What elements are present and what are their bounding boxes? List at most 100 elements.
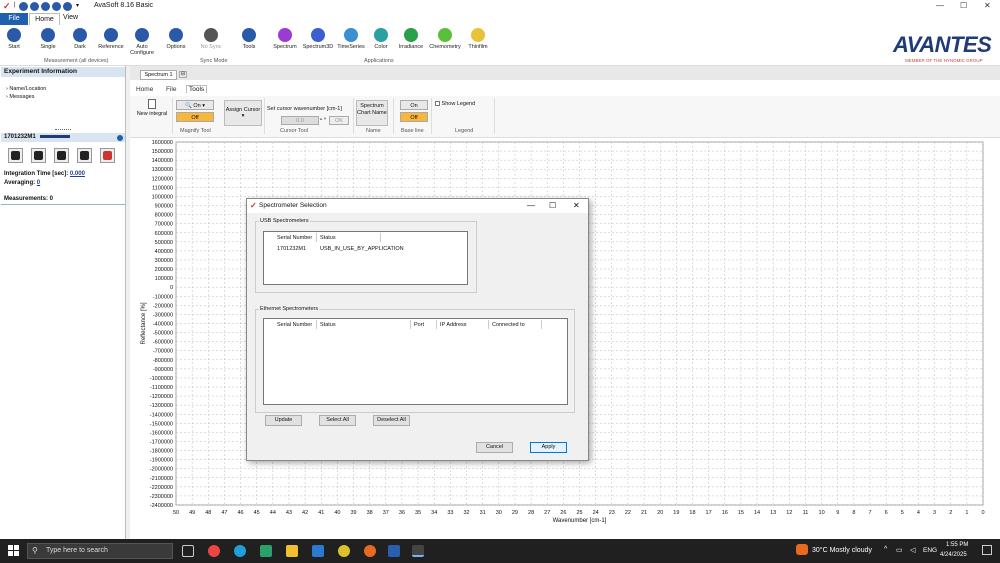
x-tick-label: 50 xyxy=(173,510,179,516)
subtab-home[interactable]: Home xyxy=(136,86,153,93)
quick-reference-icon[interactable] xyxy=(52,2,61,11)
tree-item-messages[interactable]: › Messages xyxy=(6,94,34,100)
cursor-ok-button[interactable]: OK xyxy=(329,116,349,125)
auto-configure-button[interactable]: Auto Configure xyxy=(124,28,160,56)
x-tick-label: 10 xyxy=(819,510,825,516)
integration-time-link[interactable]: 0.000 xyxy=(70,171,85,177)
dialog-maximize-button[interactable]: ☐ xyxy=(549,199,556,213)
tools-button[interactable]: Tools xyxy=(231,28,267,50)
usb-col-serial[interactable]: Serial Number xyxy=(277,235,312,241)
weather-text[interactable]: 30°C Mostly cloudy xyxy=(812,547,872,554)
spectrum-button[interactable]: Spectrum xyxy=(267,28,303,50)
splitter-grip[interactable] xyxy=(55,129,71,130)
ethernet-list[interactable]: Serial Number Status Port IP Address Con… xyxy=(263,318,568,405)
taskbar-search[interactable]: ⚲ Type here to search xyxy=(27,543,173,559)
device-camera-button[interactable] xyxy=(8,148,23,163)
eth-col-status[interactable]: Status xyxy=(320,322,336,328)
y-tick-label: -1000000 xyxy=(150,376,173,382)
new-integral-button[interactable]: New integral xyxy=(134,99,170,117)
chrome-icon[interactable] xyxy=(208,545,220,557)
menu-file[interactable]: File xyxy=(0,13,28,25)
device-save-button[interactable] xyxy=(77,148,92,163)
mail-icon[interactable] xyxy=(312,545,324,557)
cursor-spinner-icon[interactable]: ▲▼ xyxy=(319,116,327,121)
cancel-button[interactable]: Cancel xyxy=(476,442,513,453)
start-button[interactable]: Start xyxy=(0,28,32,50)
usb-list[interactable]: Serial Number Status 1701232M1 USB_IN_US… xyxy=(263,231,468,285)
x-tick-label: 3 xyxy=(933,510,936,516)
quick-single-icon[interactable] xyxy=(30,2,39,11)
menu-home[interactable]: Home xyxy=(29,13,60,25)
device-power-button[interactable] xyxy=(100,148,115,163)
collapse-device-icon[interactable] xyxy=(117,135,123,141)
windows-start-icon[interactable] xyxy=(8,545,19,556)
deselect-all-button[interactable]: Deselect All xyxy=(373,415,410,426)
edge-icon[interactable] xyxy=(234,545,246,557)
file-explorer-icon[interactable] xyxy=(286,545,298,557)
clock-date[interactable]: 4/24/2025 xyxy=(940,552,967,558)
eth-col-connected[interactable]: Connected to xyxy=(492,322,525,328)
task-view-icon[interactable] xyxy=(182,545,194,557)
tree-item-name-location[interactable]: › Name/Location xyxy=(6,86,46,92)
new-tab-icon[interactable]: ⊟ xyxy=(179,71,187,78)
chart-name-button[interactable]: Spectrum Chart Name xyxy=(356,100,388,126)
eth-col-ip[interactable]: IP Address xyxy=(440,322,467,328)
baseline-on-button[interactable]: On xyxy=(400,100,428,110)
notifications-icon[interactable] xyxy=(982,545,992,555)
single-button[interactable]: Single xyxy=(30,28,66,50)
tab-spectrum-1[interactable]: Spectrum 1 xyxy=(140,70,177,80)
magnify-on-button[interactable]: 🔍 On ▾ xyxy=(176,100,214,110)
select-all-button[interactable]: Select All xyxy=(319,415,356,426)
volume-icon[interactable]: ◁ xyxy=(910,546,915,554)
quick-start-icon[interactable] xyxy=(19,2,28,11)
menu-view[interactable]: View xyxy=(63,14,78,21)
language-indicator[interactable]: ENG xyxy=(923,547,937,554)
irradiance-button[interactable]: Irradiance xyxy=(393,28,429,50)
usb-col-status[interactable]: Status xyxy=(320,235,336,241)
tray-chevron-icon[interactable]: ^ xyxy=(884,546,887,553)
quick-dark-icon[interactable] xyxy=(41,2,50,11)
x-tick-label: 25 xyxy=(576,510,582,516)
no-sync-button[interactable]: No Sync xyxy=(193,28,229,50)
thinfilm-button[interactable]: Thinfilm xyxy=(460,28,496,50)
x-tick-label: 27 xyxy=(544,510,550,516)
spectrum3d-button[interactable]: Spectrum3D xyxy=(300,28,336,50)
update-button[interactable]: Update xyxy=(265,415,302,426)
maximize-button[interactable]: ☐ xyxy=(960,1,967,10)
chemometry-button[interactable]: Chemometry xyxy=(427,28,463,50)
assign-cursor-button[interactable]: Assign Cursor ▾ xyxy=(224,100,262,126)
network-icon[interactable]: ▭ xyxy=(896,546,903,554)
y-tick-label: 900000 xyxy=(155,204,173,210)
baseline-off-button[interactable]: Off xyxy=(400,112,428,122)
store-icon[interactable] xyxy=(260,545,272,557)
magnify-off-button[interactable]: Off xyxy=(176,112,214,122)
cursor-value-input[interactable]: 0.0 xyxy=(281,116,319,125)
checkbox-icon xyxy=(435,101,440,107)
eth-col-port[interactable]: Port xyxy=(414,322,424,328)
close-button[interactable]: ✕ xyxy=(984,1,991,10)
baseline-group-label: Base line xyxy=(401,128,424,134)
device-reference-button[interactable] xyxy=(54,148,69,163)
apply-button[interactable]: Apply xyxy=(530,442,567,453)
subtab-file[interactable]: File xyxy=(166,86,176,93)
show-legend-checkbox[interactable]: Show Legend xyxy=(435,101,475,107)
usb-row-status[interactable]: USB_IN_USE_BY_APPLICATION xyxy=(320,246,404,252)
minimize-button[interactable]: — xyxy=(936,1,944,10)
left-panel: Experiment Information › Name/Location ›… xyxy=(0,66,126,539)
quick-options-icon[interactable] xyxy=(63,2,72,11)
device-dark-button[interactable] xyxy=(31,148,46,163)
word-icon[interactable] xyxy=(388,545,400,557)
averaging-link[interactable]: 0 xyxy=(37,180,40,186)
app-icon[interactable] xyxy=(338,545,350,557)
avasoft-taskbar-icon[interactable] xyxy=(412,545,424,557)
qat-customize-icon[interactable]: ▾ xyxy=(76,2,79,9)
eth-col-serial[interactable]: Serial Number xyxy=(277,322,312,328)
clock-time[interactable]: 1:55 PM xyxy=(946,542,968,548)
dialog-minimize-button[interactable]: — xyxy=(527,199,535,213)
options-button[interactable]: Options xyxy=(158,28,194,50)
firefox-icon[interactable] xyxy=(364,545,376,557)
col-divider xyxy=(541,320,542,329)
dialog-close-button[interactable]: ✕ xyxy=(573,199,580,213)
subtab-tools[interactable]: Tools xyxy=(186,85,208,93)
usb-row-serial[interactable]: 1701232M1 xyxy=(277,246,306,252)
